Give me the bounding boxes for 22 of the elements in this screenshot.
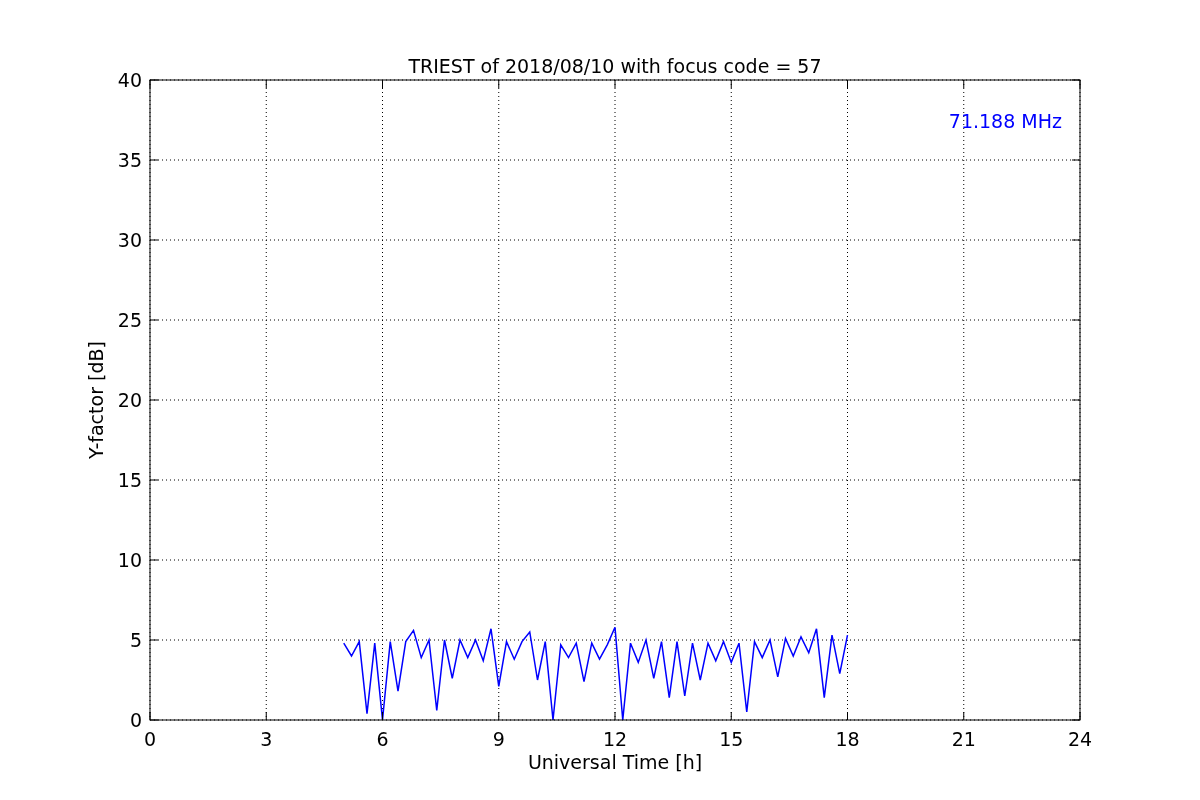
x-tick-label: 3 (260, 728, 273, 750)
chart-title: TRIEST of 2018/08/10 with focus code = 57 (408, 55, 822, 77)
x-axis-label: Universal Time [h] (527, 751, 703, 773)
y-tick-label: 20 (117, 389, 142, 411)
y-tick-label: 30 (117, 229, 142, 251)
y-tick-label: 5 (129, 629, 142, 651)
x-tick-label: 18 (835, 728, 860, 750)
y-tick-label: 10 (117, 549, 142, 571)
x-tick-label: 12 (602, 728, 628, 750)
x-tick-label: 9 (492, 728, 505, 750)
x-tick-label: 0 (143, 728, 157, 750)
y-tick-label: 15 (117, 469, 142, 491)
x-tick-label: 15 (719, 728, 744, 750)
y-axis-label: Y-factor [dB] (85, 341, 107, 459)
x-tick-label: 24 (1067, 728, 1093, 750)
series-label: 71.188 MHz (948, 110, 1062, 132)
y-tick-label: 40 (117, 69, 142, 91)
x-tick-label: 21 (951, 728, 976, 750)
y-tick-label: 0 (129, 709, 142, 731)
x-tick-label: 6 (376, 728, 389, 750)
y-tick-label: 25 (117, 309, 142, 331)
y-tick-label: 35 (117, 149, 142, 171)
